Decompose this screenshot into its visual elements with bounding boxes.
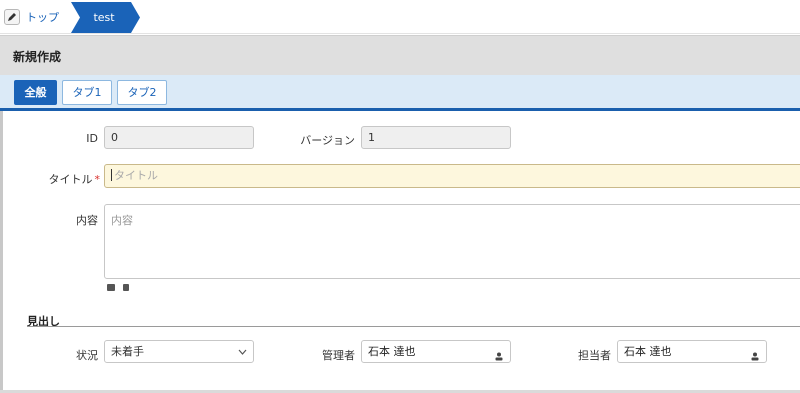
owner-label: 担当者: [578, 349, 611, 362]
version-label: バージョン: [300, 134, 355, 147]
text-cursor: [111, 169, 112, 181]
title-placeholder: タイトル: [114, 169, 158, 182]
manager-label: 管理者: [322, 349, 355, 362]
id-field: 0: [104, 126, 254, 149]
breadcrumb-current-label: test: [93, 11, 115, 24]
status-select[interactable]: 未着手: [104, 340, 254, 363]
version-field: 1: [361, 126, 511, 149]
status-value: 未着手: [111, 345, 144, 358]
chevron-down-icon: [238, 341, 247, 372]
owner-field[interactable]: 石本 達也: [617, 340, 767, 363]
person-icon[interactable]: [751, 347, 759, 361]
tab-general[interactable]: 全般: [14, 80, 57, 105]
manager-value: 石本 達也: [368, 345, 416, 358]
id-label: ID: [86, 132, 98, 145]
tab-2[interactable]: タブ2: [117, 80, 167, 105]
tab-bar: 全般 タブ1 タブ2: [0, 75, 800, 111]
title-label: タイトル *: [30, 171, 101, 187]
tab-1[interactable]: タブ1: [62, 80, 112, 105]
file-icon[interactable]: [123, 284, 129, 291]
pencil-icon: [4, 9, 20, 25]
section-divider: [27, 326, 800, 327]
manager-field[interactable]: 石本 達也: [361, 340, 511, 363]
required-mark: *: [94, 173, 101, 186]
owner-value: 石本 達也: [624, 345, 672, 358]
content-textarea[interactable]: 内容: [104, 204, 800, 279]
breadcrumb-home-link[interactable]: トップ: [4, 6, 59, 28]
page-header: 新規作成: [0, 35, 800, 75]
person-icon[interactable]: [495, 347, 503, 361]
panel-border: [0, 111, 3, 393]
breadcrumb: トップ test: [0, 0, 800, 34]
image-icon[interactable]: [107, 284, 115, 291]
page-title: 新規作成: [13, 50, 62, 64]
status-label: 状況: [76, 349, 98, 362]
title-input[interactable]: タイトル: [104, 164, 800, 188]
title-label-text: タイトル: [48, 173, 93, 186]
breadcrumb-home-label: トップ: [26, 11, 59, 24]
content-placeholder: 内容: [111, 214, 133, 227]
content-label: 内容: [76, 214, 98, 227]
breadcrumb-current[interactable]: test: [71, 2, 140, 33]
